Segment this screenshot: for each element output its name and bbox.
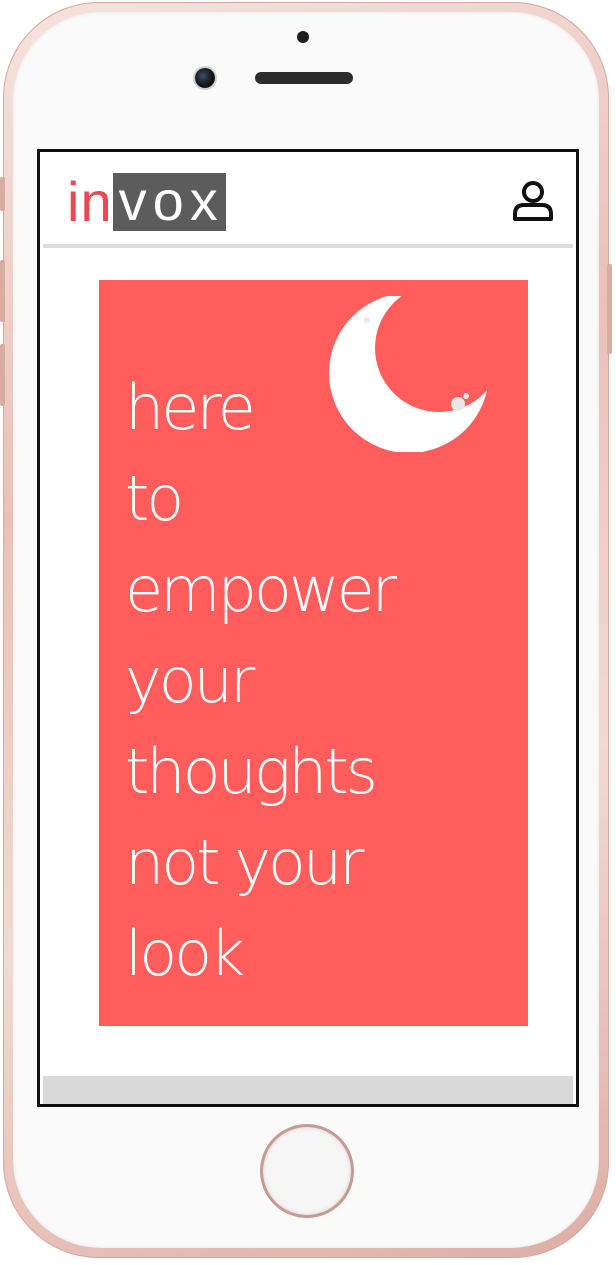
tagline-line-3: empower xyxy=(125,553,397,626)
hero-banner: here to empower your thoughts not your l… xyxy=(99,280,528,1026)
logo-prefix: in xyxy=(67,170,113,233)
front-camera xyxy=(195,68,215,88)
tagline-line-1: here xyxy=(125,371,256,444)
logo-suffix: vox xyxy=(112,173,226,231)
side-button-volume-down xyxy=(0,344,5,406)
user-icon xyxy=(513,181,553,221)
profile-button[interactable] xyxy=(511,179,555,223)
tagline-line-7: look xyxy=(125,917,245,990)
tagline-line-2: to xyxy=(125,462,184,535)
invox-logo[interactable]: in vox xyxy=(67,170,226,233)
home-button[interactable] xyxy=(263,1127,351,1215)
phone-screen: in vox here to empower your thoughts not… xyxy=(37,149,579,1107)
app-header: in vox xyxy=(43,152,573,248)
hero-tagline: here to empower your thoughts not your l… xyxy=(125,362,397,999)
earpiece-speaker xyxy=(255,72,353,84)
side-button-mute xyxy=(0,177,5,211)
proximity-sensor xyxy=(297,31,309,43)
tagline-line-6: not your xyxy=(125,826,365,899)
tagline-line-4: your xyxy=(125,644,255,717)
tagline-line-5: thoughts xyxy=(125,735,378,808)
side-button-power xyxy=(607,264,612,354)
bottom-bar xyxy=(43,1076,573,1104)
side-button-volume-up xyxy=(0,260,5,322)
